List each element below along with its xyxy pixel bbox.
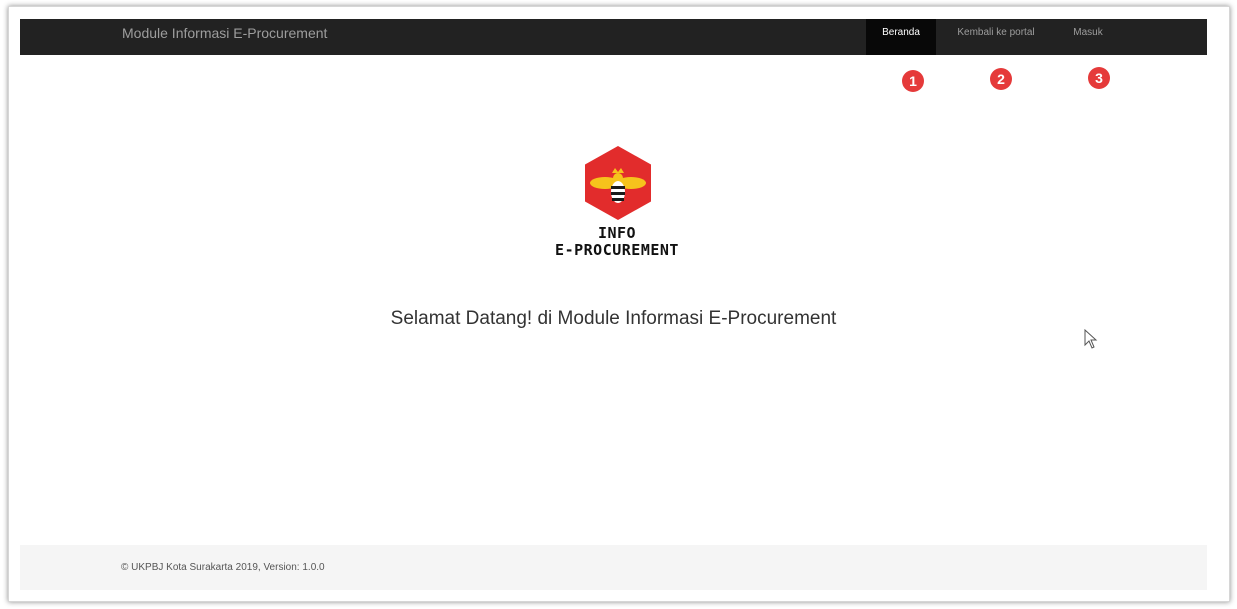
welcome-heading: Selamat Datang! di Module Informasi E-Pr… bbox=[390, 308, 837, 329]
browser-frame bbox=[8, 6, 1230, 602]
annotation-marker-3: 3 bbox=[1088, 67, 1110, 89]
navbar-brand[interactable]: Module Informasi E-Procurement bbox=[122, 19, 327, 47]
mouse-cursor-icon bbox=[1084, 329, 1098, 349]
footer-copyright: © UKPBJ Kota Surakarta 2019, Version: 1.… bbox=[121, 562, 325, 573]
logo-text-eprocurement: E-PROCUREMENT bbox=[555, 241, 679, 259]
logo-text-info: INFO bbox=[597, 224, 637, 242]
nav-item-kembali-ke-portal[interactable]: Kembali ke portal bbox=[942, 19, 1050, 55]
annotation-marker-1: 1 bbox=[902, 70, 924, 92]
annotation-marker-2: 2 bbox=[990, 68, 1012, 90]
page-footer: © UKPBJ Kota Surakarta 2019, Version: 1.… bbox=[20, 545, 1207, 590]
nav-item-masuk[interactable]: Masuk bbox=[1058, 19, 1118, 55]
top-navbar: Module Informasi E-Procurement Beranda K… bbox=[20, 19, 1207, 55]
bee-hexagon-icon bbox=[585, 146, 651, 220]
nav-item-beranda[interactable]: Beranda bbox=[866, 19, 936, 55]
info-eprocurement-logo: INFO E-PROCUREMENT bbox=[530, 146, 704, 260]
